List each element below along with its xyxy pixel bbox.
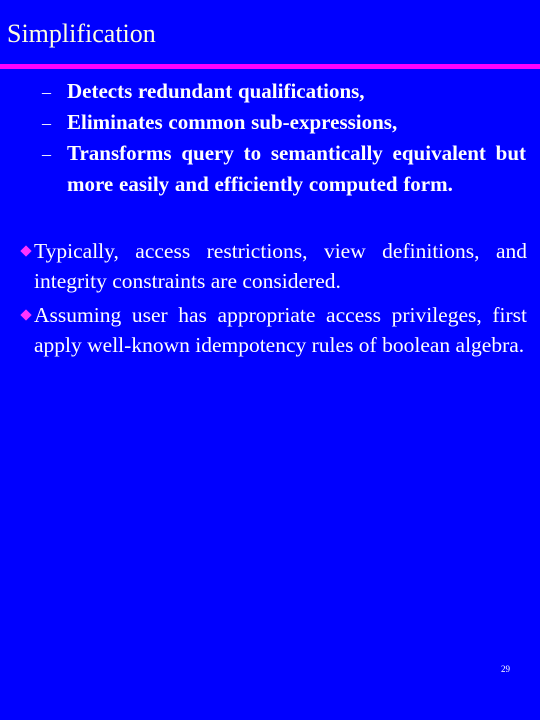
- dash-bullet-icon: –: [42, 113, 51, 133]
- sub-bullet-text: Detects redundant qualifications,: [67, 79, 365, 103]
- sub-bullet-item: – Detects redundant qualifications,: [0, 76, 540, 107]
- page-number: 29: [501, 664, 510, 674]
- sub-bullet-list: – Detects redundant qualifications, – El…: [0, 76, 540, 200]
- bullet-text: Assuming user has appropriate access pri…: [34, 303, 527, 357]
- diamond-icon: [20, 309, 32, 321]
- dash-bullet-icon: –: [42, 144, 51, 164]
- diamond-icon: [20, 245, 32, 257]
- sub-bullet-item: – Transforms query to semantically equiv…: [0, 138, 540, 200]
- sub-bullet-text: Transforms query to semantically equival…: [67, 141, 526, 196]
- title-divider: [0, 64, 540, 69]
- bullet-item: Assuming user has appropriate access pri…: [0, 300, 540, 360]
- bullet-text: Typically, access restrictions, view def…: [34, 239, 527, 293]
- bullet-list: Typically, access restrictions, view def…: [0, 236, 540, 364]
- sub-bullet-text: Eliminates common sub-expressions,: [67, 110, 398, 134]
- bullet-item: Typically, access restrictions, view def…: [0, 236, 540, 296]
- sub-bullet-item: – Eliminates common sub-expressions,: [0, 107, 540, 138]
- dash-bullet-icon: –: [42, 82, 51, 102]
- slide-title: Simplification: [7, 19, 156, 48]
